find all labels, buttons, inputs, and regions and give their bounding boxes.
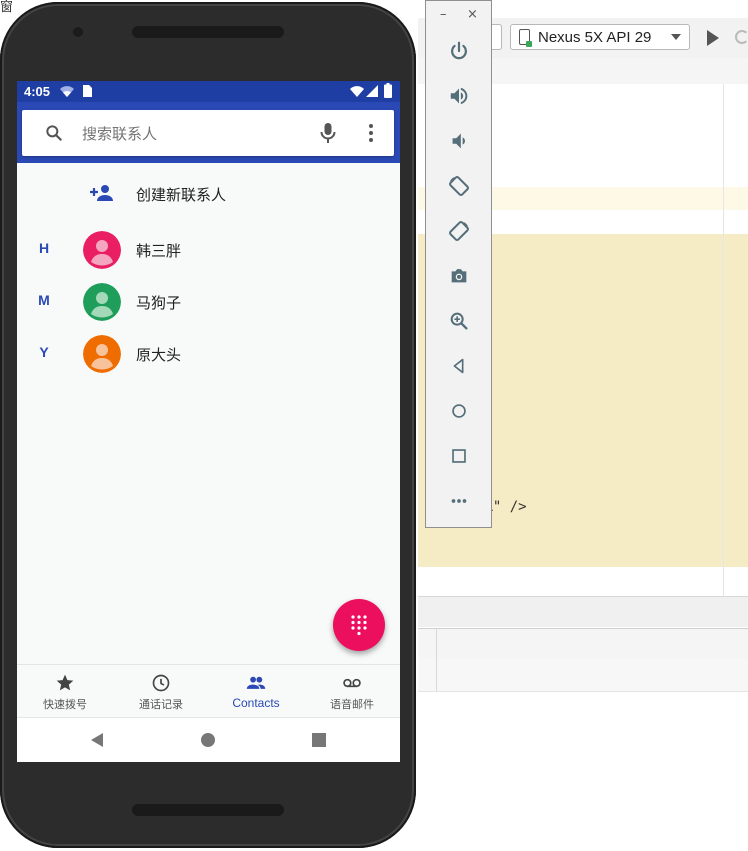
editor-footer: [418, 596, 748, 627]
top-speaker: [132, 26, 284, 38]
avatar[interactable]: [83, 335, 121, 373]
contact-row[interactable]: H 韩三胖: [17, 225, 400, 277]
star-icon: [56, 674, 74, 691]
rotate-left-icon[interactable]: [447, 174, 471, 198]
wifi-signal-icon: [350, 86, 364, 97]
device-icon: [519, 29, 532, 47]
status-time: 4:05: [24, 84, 51, 99]
more-icon[interactable]: [447, 489, 471, 513]
power-icon[interactable]: [447, 39, 471, 63]
tab-label: 语音邮件: [330, 698, 374, 711]
section-letter: M: [38, 292, 50, 308]
ide-bottom-panel-header: [418, 628, 748, 660]
minimize-button[interactable]: –: [440, 7, 447, 22]
phone-screen: 4:05 搜索联系人 创建新联系人 H 韩三胖 M 马狗子 Y 原大头 快速拨号…: [17, 81, 400, 762]
nav-home-icon[interactable]: [200, 732, 216, 748]
chevron-down-icon: [671, 34, 681, 40]
tab-speed-dial[interactable]: 快速拨号: [17, 665, 113, 717]
contact-name: 马狗子: [136, 294, 182, 312]
tab-label: 通话记录: [139, 698, 183, 711]
home-icon[interactable]: [447, 399, 471, 423]
create-contact-label: 创建新联系人: [136, 186, 227, 204]
dialpad-fab[interactable]: [333, 599, 385, 651]
contact-row[interactable]: Y 原大头: [17, 329, 400, 381]
close-button[interactable]: ×: [467, 7, 478, 22]
camera-icon[interactable]: [447, 264, 471, 288]
tab-voicemail[interactable]: 语音邮件: [304, 665, 400, 717]
battery-icon: [384, 83, 392, 98]
avatar[interactable]: [83, 283, 121, 321]
front-camera: [73, 27, 83, 37]
section-letter: H: [38, 240, 50, 256]
apply-changes-icon[interactable]: [735, 30, 748, 44]
wifi-icon: [60, 86, 74, 97]
contact-row[interactable]: M 马狗子: [17, 277, 400, 329]
search-input[interactable]: 搜索联系人: [82, 123, 157, 144]
editor-right-margin: [723, 84, 724, 596]
bottom-tab-bar: 快速拨号 通话记录 Contacts 语音邮件: [17, 664, 400, 717]
tab-label: 快速拨号: [43, 698, 87, 711]
clock-icon: [152, 674, 170, 692]
nav-recents-icon[interactable]: [311, 732, 327, 748]
create-contact-row[interactable]: 创建新联系人: [17, 163, 400, 225]
tab-call-history[interactable]: 通话记录: [113, 665, 209, 717]
emulator-toolbar: – ×: [425, 0, 492, 528]
tab-contacts[interactable]: Contacts: [208, 665, 304, 717]
rotate-right-icon[interactable]: [447, 219, 471, 243]
contact-name: 韩三胖: [136, 242, 182, 260]
add-person-icon: [90, 183, 114, 207]
ide-bottom-divider: [436, 628, 437, 691]
tab-label: Contacts: [232, 696, 280, 710]
app-bar: 搜索联系人: [17, 102, 400, 163]
voicemail-icon: [343, 678, 361, 688]
search-bar[interactable]: 搜索联系人: [22, 110, 394, 156]
back-icon[interactable]: [447, 354, 471, 378]
people-icon: [246, 676, 266, 689]
microphone-icon[interactable]: [319, 122, 337, 148]
section-letter: Y: [39, 344, 49, 360]
status-bar: 4:05: [17, 81, 400, 102]
sim-card-icon: [83, 85, 92, 97]
nav-back-icon[interactable]: [89, 732, 105, 748]
contact-name: 原大头: [136, 346, 182, 364]
android-nav-bar: [17, 717, 400, 762]
dialpad-icon: [351, 615, 367, 636]
overview-icon[interactable]: [447, 444, 471, 468]
ide-bottom-panel: [418, 659, 748, 692]
search-icon[interactable]: [44, 123, 64, 147]
device-selector-label: Nexus 5X API 29: [538, 28, 652, 46]
run-icon[interactable]: [707, 30, 719, 46]
more-vert-icon[interactable]: [368, 123, 374, 147]
cell-signal-icon: [366, 85, 378, 97]
device-selector[interactable]: Nexus 5X API 29: [510, 24, 690, 50]
avatar[interactable]: [83, 231, 121, 269]
ide-corner-text: 窗: [0, 0, 14, 15]
zoom-icon[interactable]: [447, 309, 471, 333]
phone-frame: 4:05 搜索联系人 创建新联系人 H 韩三胖 M 马狗子 Y 原大头 快速拨号…: [0, 2, 416, 848]
volume-down-icon[interactable]: [447, 129, 471, 153]
bottom-speaker: [132, 804, 284, 816]
volume-up-icon[interactable]: [447, 84, 471, 108]
